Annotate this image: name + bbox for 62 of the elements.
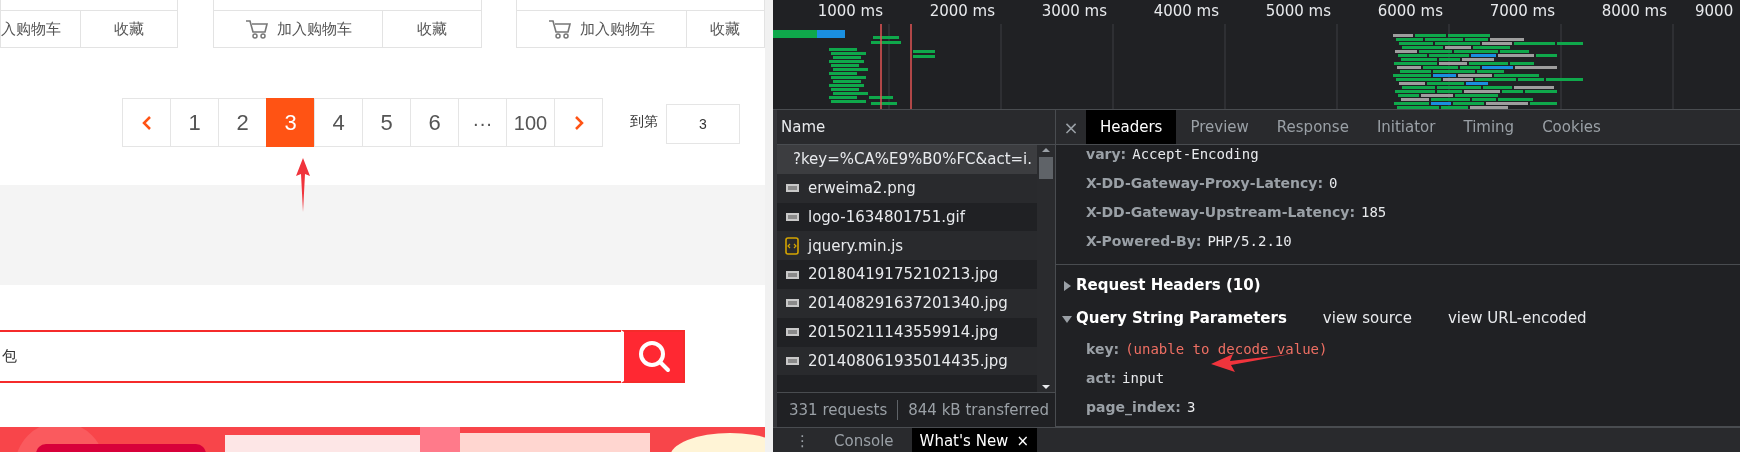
status-text: 844 kB transferred: [908, 399, 1049, 421]
page-button[interactable]: 5: [362, 98, 411, 147]
time-tick-label: 7000 ms: [1488, 1, 1556, 22]
status-text: 331 requests: [789, 399, 888, 421]
header-name: X-DD-Gateway-Proxy-Latency:: [1086, 174, 1324, 193]
request-row[interactable]: ?key=%CA%E9%B0%FC&act=i.: [777, 145, 1037, 174]
parameter-name: act:: [1086, 369, 1117, 388]
page-button[interactable]: 4: [314, 98, 363, 147]
header-value: PHP/5.2.10: [1207, 232, 1292, 251]
favorite-button[interactable]: 收藏: [686, 11, 764, 47]
error-value: (unable to decode value): [1125, 340, 1328, 359]
page-button[interactable]: 100: [506, 98, 555, 147]
drawer-tab[interactable]: What's New ×: [911, 428, 1037, 452]
page-button[interactable]: ···: [458, 98, 507, 147]
time-tick-label: 9000: [1694, 1, 1735, 22]
panel-tab[interactable]: Initiator: [1362, 110, 1450, 144]
time-tick-label: 6000 ms: [1376, 1, 1444, 22]
column-header: Name: [777, 110, 1055, 145]
parameter-value: 3: [1186, 398, 1196, 417]
header-name: X-Powered-By:: [1086, 232, 1202, 251]
jump-label: 到第: [630, 112, 658, 131]
close-icon[interactable]: ×: [1016, 430, 1029, 452]
section-title[interactable]: Request Headers (10): [1076, 274, 1261, 297]
add-to-cart-button[interactable]: 加入购物车: [214, 11, 384, 47]
more-menu-button[interactable]: ⋮: [789, 428, 816, 452]
page-button[interactable]: 1: [170, 98, 219, 147]
toggle-link[interactable]: view URL-encoded: [1448, 307, 1587, 330]
panel-tab[interactable]: Timing: [1449, 110, 1529, 144]
time-tick-label: 3000 ms: [1040, 1, 1108, 22]
header-name: vary:: [1086, 145, 1127, 164]
request-row[interactable]: 201408061935014435.jpg: [777, 346, 1037, 376]
page-button[interactable]: 6: [410, 98, 459, 147]
header-value: 185: [1361, 203, 1387, 222]
panel-tab[interactable]: Headers: [1086, 110, 1177, 144]
add-to-cart-button[interactable]: 入购物车: [1, 11, 81, 47]
parameter-name: key:: [1086, 340, 1120, 359]
page-number-field[interactable]: 3: [666, 104, 740, 144]
time-tick-label: 2000 ms: [928, 1, 996, 22]
panel-tab[interactable]: Cookies: [1528, 110, 1615, 144]
favorite-button[interactable]: 收藏: [81, 11, 178, 47]
page-button[interactable]: 2: [218, 98, 267, 147]
header-value: 0: [1329, 174, 1338, 193]
drawer-tab[interactable]: Console: [826, 428, 902, 452]
request-row[interactable]: 201408291637201340.jpg: [777, 289, 1037, 318]
time-tick-label: 5000 ms: [1264, 1, 1332, 22]
section-title[interactable]: Query String Parameters: [1076, 307, 1287, 330]
time-tick-label: 1000 ms: [816, 1, 884, 22]
favorite-button[interactable]: 收藏: [383, 11, 481, 47]
time-tick-label: 8000 ms: [1600, 1, 1668, 22]
request-row[interactable]: erweima2.png: [777, 173, 1037, 203]
request-row[interactable]: jquery.min.js: [777, 231, 1037, 261]
header-value: Accept-Encoding: [1132, 145, 1259, 164]
toggle-link[interactable]: view source: [1322, 307, 1412, 330]
parameter-name: page_index:: [1086, 398, 1181, 418]
parameter-value: input: [1122, 369, 1165, 388]
close-button[interactable]: ×: [1056, 110, 1086, 144]
panel-tab[interactable]: Preview: [1176, 110, 1263, 144]
add-to-cart-button[interactable]: 加入购物车: [516, 11, 687, 47]
panel-tab[interactable]: Response: [1262, 110, 1363, 144]
time-tick-label: 4000 ms: [1152, 1, 1220, 22]
search-field[interactable]: 包: [0, 329, 621, 383]
header-name: X-DD-Gateway-Upstream-Latency:: [1086, 203, 1355, 222]
